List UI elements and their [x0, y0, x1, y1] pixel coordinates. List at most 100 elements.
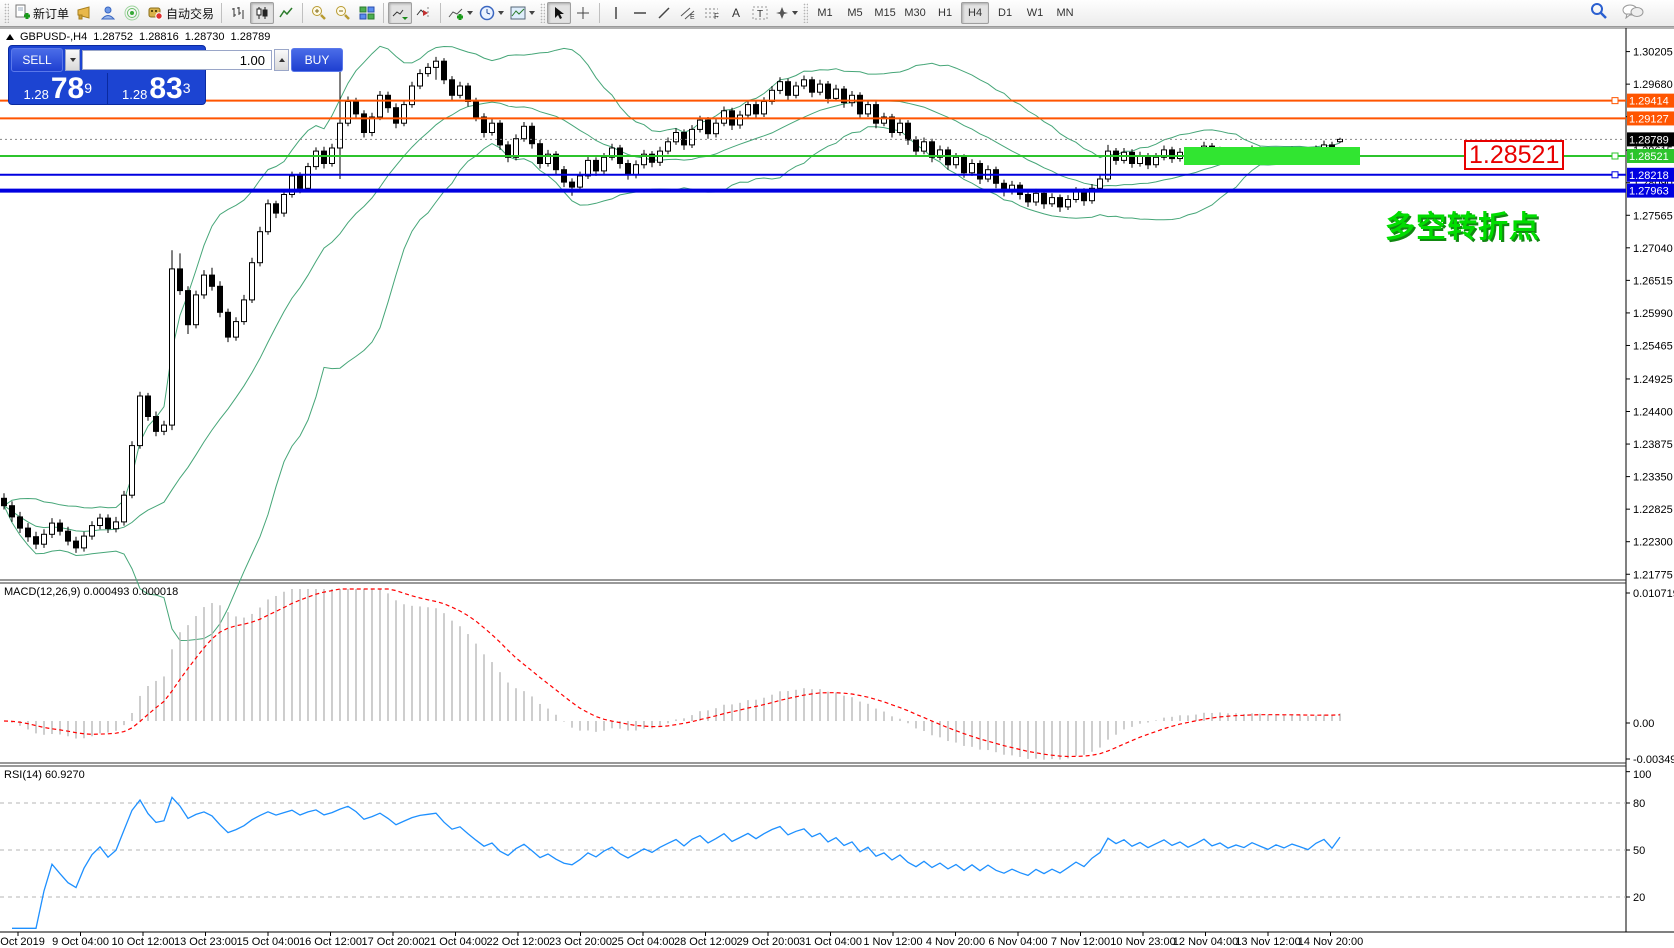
new-order-icon: [14, 4, 30, 23]
timeframe-button-mn[interactable]: MN: [1051, 2, 1079, 24]
periods-dropdown[interactable]: [476, 2, 507, 24]
price-tick-label: 1.23875: [1633, 439, 1673, 451]
bar-chart-icon[interactable]: [226, 2, 250, 24]
fibonacci-icon[interactable]: F: [700, 2, 724, 24]
equidistant-channel-icon[interactable]: E: [676, 2, 700, 24]
rsi-axis-label: 100: [1633, 769, 1651, 781]
volume-increase-button[interactable]: [274, 49, 289, 71]
chart-canvas[interactable]: 1.302051.296801.291551.286151.280901.275…: [0, 0, 1674, 948]
candlestick-chart-icon[interactable]: [250, 2, 274, 24]
new-order-button[interactable]: 新订单: [11, 2, 72, 24]
auto-scroll-icon[interactable]: [388, 2, 412, 24]
rsi-axis-label: 50: [1633, 845, 1645, 857]
tile-windows-icon[interactable]: [355, 2, 379, 24]
search-icon[interactable]: [1590, 2, 1608, 25]
volume-decrease-button[interactable]: [65, 49, 80, 71]
toolbar-grip[interactable]: [540, 3, 545, 23]
svg-text:E: E: [690, 14, 695, 20]
zoom-in-icon[interactable]: [307, 2, 331, 24]
svg-text:T: T: [757, 9, 763, 20]
buy-price[interactable]: 1.28 83 3: [108, 73, 206, 105]
sell-price[interactable]: 1.28 78 9: [9, 73, 108, 105]
time-axis-label: 16 Oct 12:00: [299, 936, 362, 948]
text-label-icon[interactable]: T: [748, 2, 772, 24]
toolbar-grip[interactable]: [803, 3, 808, 23]
timeframe-button-h1[interactable]: H1: [931, 2, 959, 24]
mql5-community-icon[interactable]: [96, 2, 120, 24]
macd-axis-label: -0.003492: [1633, 754, 1674, 766]
buy-button[interactable]: BUY: [291, 48, 343, 72]
autotrading-icon: [147, 4, 163, 23]
time-axis-label: 23 Oct 20:00: [549, 936, 612, 948]
timeframe-button-m30[interactable]: M30: [901, 2, 929, 24]
chart-shift-icon[interactable]: [412, 2, 436, 24]
rsi-panel[interactable]: [0, 797, 1626, 928]
price-tick-label: 1.21775: [1633, 569, 1673, 581]
time-axis-label: 13 Oct 23:00: [174, 936, 237, 948]
time-axis-label: 14 Nov 20:00: [1298, 936, 1363, 948]
hline-price-label: 1.28521: [1629, 151, 1669, 163]
timeframe-button-h4[interactable]: H4: [961, 2, 989, 24]
sell-button[interactable]: SELL: [11, 48, 63, 72]
time-axis-label: 29 Oct 20:00: [737, 936, 800, 948]
publisher-icon[interactable]: [72, 2, 96, 24]
bid-price-label: 1.28789: [1629, 134, 1669, 146]
highlight-rectangle[interactable]: [1184, 147, 1360, 165]
time-scale[interactable]: 7 Oct 20199 Oct 04:0010 Oct 12:0013 Oct …: [0, 932, 1363, 948]
toolbar-separator: [599, 3, 600, 23]
horizontal-level-lines[interactable]: [0, 98, 1626, 191]
horizontal-line-icon[interactable]: [628, 2, 652, 24]
chinese-annotation-text[interactable]: 多空转折点: [1385, 202, 1540, 246]
text-icon[interactable]: A: [724, 2, 748, 24]
time-axis-label: 13 Nov 12:00: [1235, 936, 1300, 948]
dropdown-caret: [792, 11, 798, 15]
price-annotation-box[interactable]: 1.28521: [1464, 140, 1564, 170]
vertical-line-icon[interactable]: [604, 2, 628, 24]
arrows-dropdown[interactable]: [772, 2, 801, 24]
rsi-label: RSI(14) 60.9270: [4, 769, 85, 781]
price-tick-label: 1.24400: [1633, 407, 1673, 419]
buy-price-main: 83: [149, 76, 182, 102]
time-axis-label: 25 Oct 04:00: [612, 936, 675, 948]
macd-axis-label: 0.00: [1633, 718, 1654, 730]
collapse-panel-icon[interactable]: [6, 34, 14, 40]
line-chart-icon[interactable]: [274, 2, 298, 24]
time-axis-label: 22 Oct 12:00: [487, 936, 550, 948]
volume-input[interactable]: [82, 50, 272, 70]
time-axis-label: 12 Nov 04:00: [1173, 936, 1238, 948]
timeframe-button-w1[interactable]: W1: [1021, 2, 1049, 24]
toolbar-separator: [221, 3, 222, 23]
one-click-trade-panel: SELL BUY 1.28 78 9 1.28 83 3: [8, 45, 206, 105]
timeframe-button-m15[interactable]: M15: [871, 2, 899, 24]
indicators-dropdown[interactable]: [445, 2, 476, 24]
toolbar-separator: [383, 3, 384, 23]
ohlc-high: 1.28816: [139, 31, 179, 43]
price-tick-label: 1.25465: [1633, 340, 1673, 352]
cursor-icon[interactable]: [547, 2, 571, 24]
toolbar-grip[interactable]: [4, 3, 9, 23]
zoom-out-icon[interactable]: [331, 2, 355, 24]
timeframe-group: M1M5M15M30H1H4D1W1MN: [810, 2, 1080, 24]
ohlc-open: 1.28752: [93, 31, 133, 43]
autotrading-label: 自动交易: [166, 5, 214, 22]
autotrading-button[interactable]: 自动交易: [144, 2, 217, 24]
buy-price-prefix: 1.28: [122, 87, 147, 102]
price-scale[interactable]: 1.302051.296801.291551.286151.280901.275…: [1626, 47, 1674, 904]
macd-panel[interactable]: [4, 589, 1340, 760]
timeframe-button-m5[interactable]: M5: [841, 2, 869, 24]
time-axis-label: 10 Nov 23:00: [1110, 936, 1175, 948]
time-axis-label: 15 Oct 04:00: [237, 936, 300, 948]
templates-dropdown[interactable]: [507, 2, 538, 24]
crosshair-icon[interactable]: [571, 2, 595, 24]
timeframe-button-m1[interactable]: M1: [811, 2, 839, 24]
signals-icon[interactable]: [120, 2, 144, 24]
chat-icon[interactable]: [1622, 3, 1644, 24]
hline-price-label: 1.29414: [1629, 96, 1669, 108]
symbol-ohlc-line: GBPUSD-,H4 1.28752 1.28816 1.28730 1.287…: [6, 31, 270, 43]
time-axis-label: 10 Oct 12:00: [112, 936, 175, 948]
time-axis-label: 6 Nov 04:00: [988, 936, 1047, 948]
price-tick-label: 1.22300: [1633, 537, 1673, 549]
timeframe-button-d1[interactable]: D1: [991, 2, 1019, 24]
time-axis-label: 21 Oct 04:00: [424, 936, 487, 948]
trendline-icon[interactable]: [652, 2, 676, 24]
